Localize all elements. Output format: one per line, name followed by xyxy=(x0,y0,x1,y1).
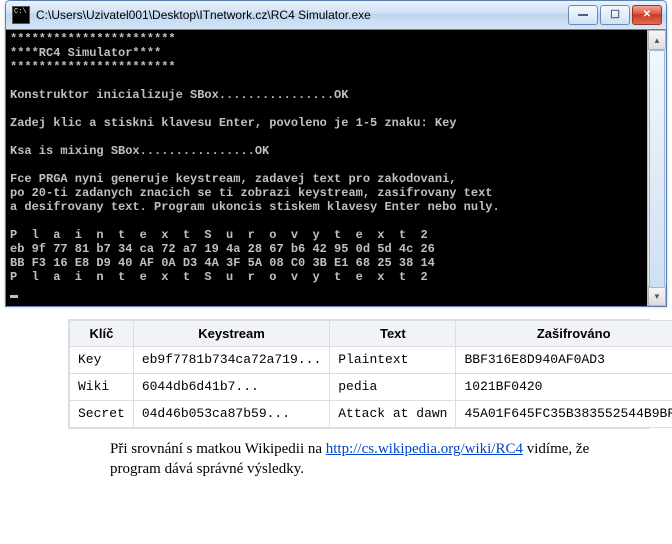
cursor xyxy=(10,295,18,298)
console-output: *********************** ****RC4 Simulato… xyxy=(10,32,662,284)
col-text: Text xyxy=(330,321,456,347)
cell-key: Key xyxy=(70,347,134,374)
cell-text: Attack at dawn xyxy=(330,401,456,428)
console-cursor-line xyxy=(10,284,662,302)
maximize-button[interactable] xyxy=(600,5,630,25)
wiki-link[interactable]: http://cs.wikipedia.org/wiki/RC4 xyxy=(326,441,523,457)
scroll-track[interactable] xyxy=(648,50,666,286)
console-area[interactable]: *********************** ****RC4 Simulato… xyxy=(6,30,666,306)
cell-text: pedia xyxy=(330,374,456,401)
cell-key: Wiki xyxy=(70,374,134,401)
cell-keystream: 04d46b053ca87b59... xyxy=(133,401,329,428)
scroll-thumb[interactable] xyxy=(649,50,665,288)
caption-paragraph: Při srovnání s matkou Wikipedii na http:… xyxy=(110,439,610,479)
col-keystream: Keystream xyxy=(133,321,329,347)
cell-text: Plaintext xyxy=(330,347,456,374)
scroll-down-button[interactable]: ▼ xyxy=(648,286,666,306)
cell-enc: 45A01F645FC35B383552544B9BF5 xyxy=(456,401,672,428)
table-header-row: Klíč Keystream Text Zašifrováno xyxy=(70,321,672,347)
minimize-button[interactable] xyxy=(568,5,598,25)
cell-keystream: eb9f7781b734ca72a719... xyxy=(133,347,329,374)
cell-enc: BBF316E8D940AF0AD3 xyxy=(456,347,672,374)
results-table-container: Klíč Keystream Text Zašifrováno Key eb9f… xyxy=(68,319,650,429)
scroll-up-button[interactable]: ▲ xyxy=(648,30,666,50)
cell-keystream: 6044db6d41b7... xyxy=(133,374,329,401)
table-row: Secret 04d46b053ca87b59... Attack at daw… xyxy=(70,401,672,428)
app-icon xyxy=(12,6,30,24)
caption-before: Při srovnání s matkou Wikipedii na xyxy=(110,441,326,457)
cell-key: Secret xyxy=(70,401,134,428)
col-enc: Zašifrováno xyxy=(456,321,672,347)
table-row: Wiki 6044db6d41b7... pedia 1021BF0420 xyxy=(70,374,672,401)
close-button[interactable] xyxy=(632,5,662,25)
titlebar[interactable]: C:\Users\Uzivatel001\Desktop\ITnetwork.c… xyxy=(6,1,666,30)
cell-enc: 1021BF0420 xyxy=(456,374,672,401)
col-key: Klíč xyxy=(70,321,134,347)
vertical-scrollbar[interactable]: ▲ ▼ xyxy=(647,30,666,306)
window-controls xyxy=(568,5,662,25)
app-window: C:\Users\Uzivatel001\Desktop\ITnetwork.c… xyxy=(5,0,667,307)
table-row: Key eb9f7781b734ca72a719... Plaintext BB… xyxy=(70,347,672,374)
results-table: Klíč Keystream Text Zašifrováno Key eb9f… xyxy=(69,320,672,428)
window-title: C:\Users\Uzivatel001\Desktop\ITnetwork.c… xyxy=(36,8,568,22)
